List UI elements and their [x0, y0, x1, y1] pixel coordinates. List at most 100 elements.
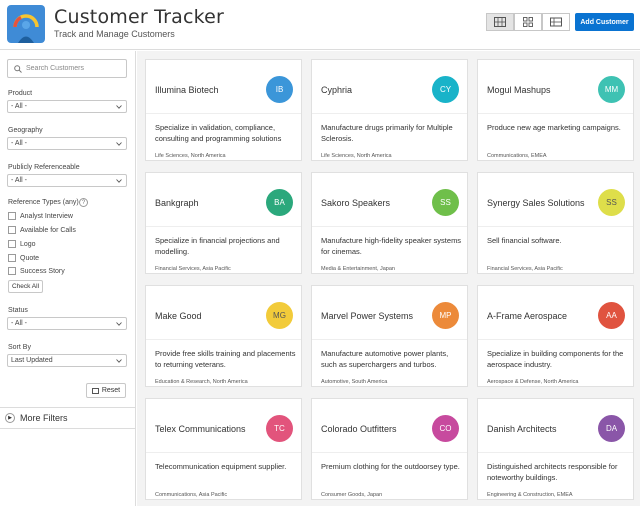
- search-input[interactable]: [26, 65, 122, 72]
- chevron-down-icon: [116, 141, 122, 146]
- customer-name[interactable]: Illumina Biotech: [155, 85, 219, 95]
- customer-card[interactable]: Cyphria CY Manufacture drugs primarily for…: [311, 59, 468, 161]
- list-view-icon: [550, 17, 562, 27]
- checkbox-label: Available for Calls: [20, 226, 76, 234]
- card-divider: [146, 452, 301, 453]
- customer-meta: Communications, Asia Pacific: [155, 492, 228, 498]
- customer-meta: Aerospace & Defense, North America: [487, 379, 579, 385]
- customer-card[interactable]: Bankgraph BA Specialize in financial proje…: [145, 172, 302, 274]
- customer-description: Distinguished architects responsible for…: [487, 462, 618, 482]
- customer-card[interactable]: Synergy Sales Solutions SS Sell financial …: [477, 172, 634, 274]
- customer-avatar: SS: [598, 189, 625, 216]
- customer-name[interactable]: Telex Communications: [155, 424, 246, 434]
- geography-select-value: - All -: [11, 140, 27, 147]
- card-divider: [478, 226, 633, 227]
- customer-name[interactable]: Sakoro Speakers: [321, 198, 390, 208]
- geography-label: Geography: [8, 127, 43, 134]
- app-header: Customer Tracker Track and Manage Custom…: [0, 0, 640, 50]
- customer-description: Manufacture automotive power plants, suc…: [321, 349, 449, 369]
- customer-description: Sell financial software.: [487, 236, 562, 245]
- list-view-button[interactable]: [542, 13, 570, 31]
- search-field[interactable]: [7, 59, 127, 78]
- customer-name[interactable]: A-Frame Aerospace: [487, 311, 567, 321]
- publicly-referenceable-value: - All -: [11, 177, 27, 184]
- card-divider: [146, 226, 301, 227]
- geography-select[interactable]: - All -: [7, 137, 127, 150]
- customer-description: Premium clothing for the outdoorsey type…: [321, 462, 460, 471]
- card-divider: [312, 452, 467, 453]
- checkbox-logo[interactable]: Logo: [8, 240, 36, 248]
- expand-arrow-icon: ▶: [5, 413, 15, 423]
- customer-name[interactable]: Marvel Power Systems: [321, 311, 413, 321]
- customer-name[interactable]: Colorado Outfitters: [321, 424, 397, 434]
- card-divider: [312, 113, 467, 114]
- checkbox-box[interactable]: [8, 226, 16, 234]
- card-divider: [312, 339, 467, 340]
- customer-avatar: SS: [432, 189, 459, 216]
- customer-meta: Life Sciences, North America: [321, 153, 392, 159]
- checkbox-quote[interactable]: Quote: [8, 254, 39, 262]
- publicly-referenceable-label: Publicly Referenceable: [8, 164, 80, 171]
- publicly-referenceable-select[interactable]: - All -: [7, 174, 127, 187]
- customer-meta: Consumer Goods, Japan: [321, 492, 383, 498]
- add-customer-button[interactable]: Add Customer: [575, 13, 634, 31]
- chevron-down-icon: [116, 321, 122, 326]
- customer-card[interactable]: Danish Architects DA Distinguished archite…: [477, 398, 634, 500]
- customer-card[interactable]: Colorado Outfitters CO Premium clothing fo…: [311, 398, 468, 500]
- customer-card[interactable]: A-Frame Aerospace AA Specialize in buildin…: [477, 285, 634, 387]
- help-icon[interactable]: ?: [79, 198, 88, 207]
- checkbox-label: Analyst Interview: [20, 212, 73, 220]
- tile-view-icon: [523, 17, 533, 27]
- checkbox-box[interactable]: [8, 267, 16, 275]
- status-select-value: - All -: [11, 320, 27, 327]
- checkbox-success-story[interactable]: Success Story: [8, 267, 65, 275]
- customer-avatar: CY: [432, 76, 459, 103]
- customer-avatar: IB: [266, 76, 293, 103]
- customer-avatar: AA: [598, 302, 625, 329]
- customer-meta: Communications, EMEA: [487, 153, 547, 159]
- customer-name[interactable]: Bankgraph: [155, 198, 199, 208]
- customer-description: Provide free skills training and placeme…: [155, 349, 296, 369]
- customer-card[interactable]: Illumina Biotech IB Specialize in validati…: [145, 59, 302, 161]
- checkbox-analyst-interview[interactable]: Analyst Interview: [8, 212, 73, 220]
- checkbox-box[interactable]: [8, 240, 16, 248]
- customer-avatar: CO: [432, 415, 459, 442]
- customer-name[interactable]: Mogul Mashups: [487, 85, 551, 95]
- sort-by-select[interactable]: Last Updated: [7, 354, 127, 367]
- customer-card[interactable]: Mogul Mashups MM Produce new age marketing…: [477, 59, 634, 161]
- customer-meta: Financial Services, Asia Pacific: [155, 266, 231, 272]
- customer-meta: Education & Research, North America: [155, 379, 248, 385]
- card-divider: [478, 452, 633, 453]
- app-logo-icon: [7, 5, 45, 43]
- card-divider: [478, 113, 633, 114]
- reset-button[interactable]: Reset: [86, 383, 126, 398]
- customer-card[interactable]: Marvel Power Systems MP Manufacture automo…: [311, 285, 468, 387]
- product-select[interactable]: - All -: [7, 100, 127, 113]
- customer-card[interactable]: Sakoro Speakers SS Manufacture high-fideli…: [311, 172, 468, 274]
- customer-card[interactable]: Make Good MG Provide free skills training …: [145, 285, 302, 387]
- customer-name[interactable]: Danish Architects: [487, 424, 557, 434]
- sort-by-label: Sort By: [8, 344, 31, 351]
- customer-card[interactable]: Telex Communications TC Telecommunication …: [145, 398, 302, 500]
- customer-name[interactable]: Make Good: [155, 311, 202, 321]
- sort-by-select-value: Last Updated: [11, 357, 53, 364]
- checkbox-label: Quote: [20, 254, 40, 262]
- customer-avatar: MP: [432, 302, 459, 329]
- grid-view-button[interactable]: [486, 13, 514, 31]
- checkbox-available-for-calls[interactable]: Available for Calls: [8, 226, 76, 234]
- checkbox-box[interactable]: [8, 212, 16, 220]
- status-select[interactable]: - All -: [7, 317, 127, 330]
- tile-view-button[interactable]: [514, 13, 542, 31]
- chevron-down-icon: [116, 104, 122, 109]
- product-label: Product: [8, 90, 33, 97]
- customer-meta: Media & Entertainment, Japan: [321, 266, 395, 272]
- more-filters-toggle[interactable]: ▶ More Filters: [0, 407, 136, 429]
- search-icon: [14, 64, 22, 73]
- customer-name[interactable]: Synergy Sales Solutions: [487, 198, 585, 208]
- customer-meta: Automotive, South America: [321, 379, 388, 385]
- customer-avatar: DA: [598, 415, 625, 442]
- reset-icon: [91, 387, 99, 394]
- check-all-button[interactable]: Check All: [8, 280, 43, 293]
- checkbox-box[interactable]: [8, 254, 16, 262]
- customer-name[interactable]: Cyphria: [321, 85, 352, 95]
